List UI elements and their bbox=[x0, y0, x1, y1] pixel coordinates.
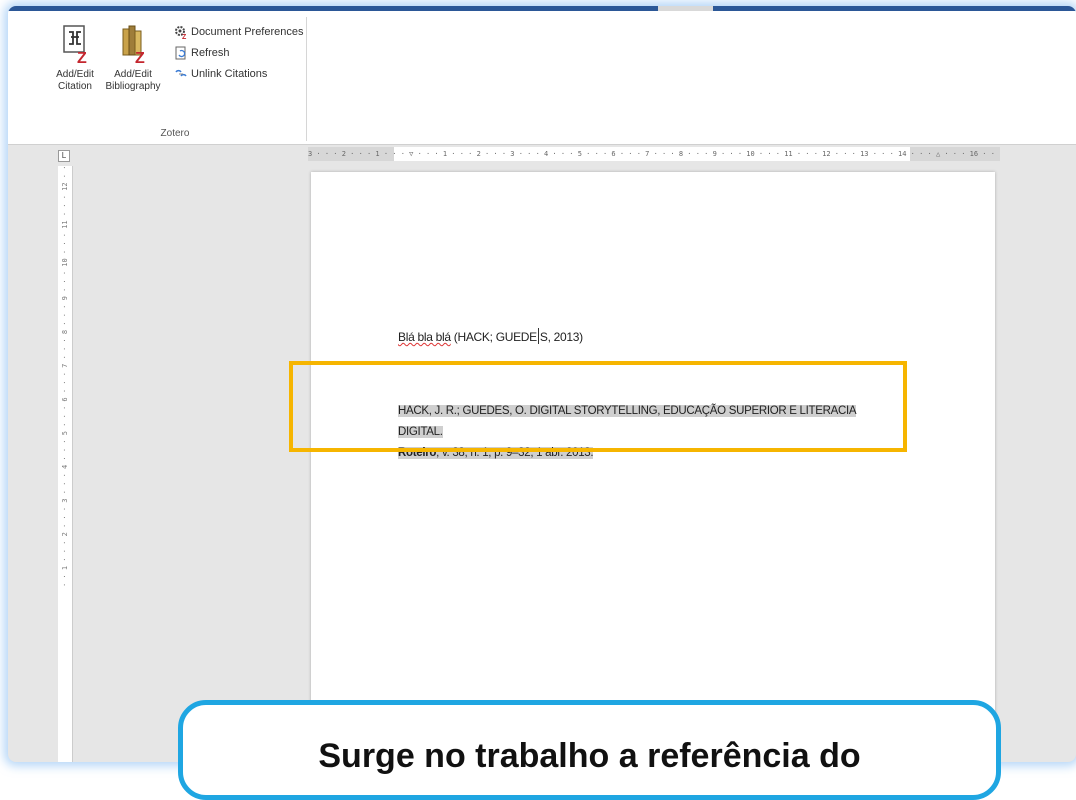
add-edit-citation-button[interactable]: Z Add/Edit Citation bbox=[44, 23, 106, 93]
document-preferences-button[interactable]: Z Document Preferences bbox=[174, 23, 304, 41]
horizontal-ruler-row: L 3 · · · 2 · · · 1 · · · ▽ · · · 1 · · … bbox=[8, 145, 1076, 165]
highlight-box bbox=[289, 361, 907, 452]
caption-bubble: Surge no trabalho a referência do bbox=[178, 700, 1001, 800]
word-window: Z Add/Edit Citation Z Add/Edit Bibliogra… bbox=[8, 6, 1076, 762]
citation-ref-end: S, 2013) bbox=[539, 330, 583, 344]
text-cursor bbox=[537, 328, 539, 344]
zotero-group: Z Add/Edit Citation Z Add/Edit Bibliogra… bbox=[44, 17, 307, 141]
horizontal-ruler-ticks: 3 · · · 2 · · · 1 · · · ▽ · · · 1 · · · … bbox=[308, 150, 1000, 158]
body-text: Blá bla blá bbox=[398, 330, 451, 344]
add-edit-bibliography-button[interactable]: Z Add/Edit Bibliography bbox=[102, 23, 164, 93]
unlink-citations-label: Unlink Citations bbox=[191, 68, 268, 80]
document-page[interactable]: Blá bla blá (HACK; GUEDE S, 2013) HACK, J… bbox=[311, 172, 995, 762]
svg-text:Z: Z bbox=[77, 50, 87, 65]
add-edit-citation-label: Add/Edit Citation bbox=[56, 69, 94, 92]
caption-text: Surge no trabalho a referência do bbox=[318, 737, 861, 775]
citation-icon: Z bbox=[63, 25, 87, 65]
refresh-button[interactable]: Refresh bbox=[174, 44, 230, 62]
citation-line: Blá bla blá (HACK; GUEDE S, 2013) bbox=[398, 328, 583, 344]
bibliography-icon: Z bbox=[122, 25, 145, 65]
vertical-ruler-ticks: · · 1 · · · 2 · · · 3 · · · 4 · · · 5 · … bbox=[61, 166, 69, 588]
unlink-citations-button[interactable]: Unlink Citations bbox=[174, 65, 267, 83]
zotero-group-label: Zotero bbox=[160, 128, 190, 139]
gear-icon: Z bbox=[175, 26, 187, 39]
svg-text:Z: Z bbox=[135, 50, 145, 65]
tab-selector[interactable]: L bbox=[58, 150, 70, 162]
add-edit-bibliography-label: Add/Edit Bibliography bbox=[105, 69, 161, 92]
ribbon: Z Add/Edit Citation Z Add/Edit Bibliogra… bbox=[8, 11, 1076, 145]
document-preferences-label: Document Preferences bbox=[191, 26, 304, 38]
unlink-icon bbox=[175, 69, 187, 77]
svg-text:Z: Z bbox=[182, 34, 187, 39]
horizontal-ruler[interactable]: 3 · · · 2 · · · 1 · · · ▽ · · · 1 · · · … bbox=[308, 147, 1000, 161]
vertical-ruler[interactable]: · · 1 · · · 2 · · · 3 · · · 4 · · · 5 · … bbox=[58, 166, 73, 762]
refresh-icon bbox=[175, 46, 186, 60]
refresh-label: Refresh bbox=[191, 47, 230, 59]
citation-ref-start: (HACK; GUEDE bbox=[450, 330, 537, 344]
